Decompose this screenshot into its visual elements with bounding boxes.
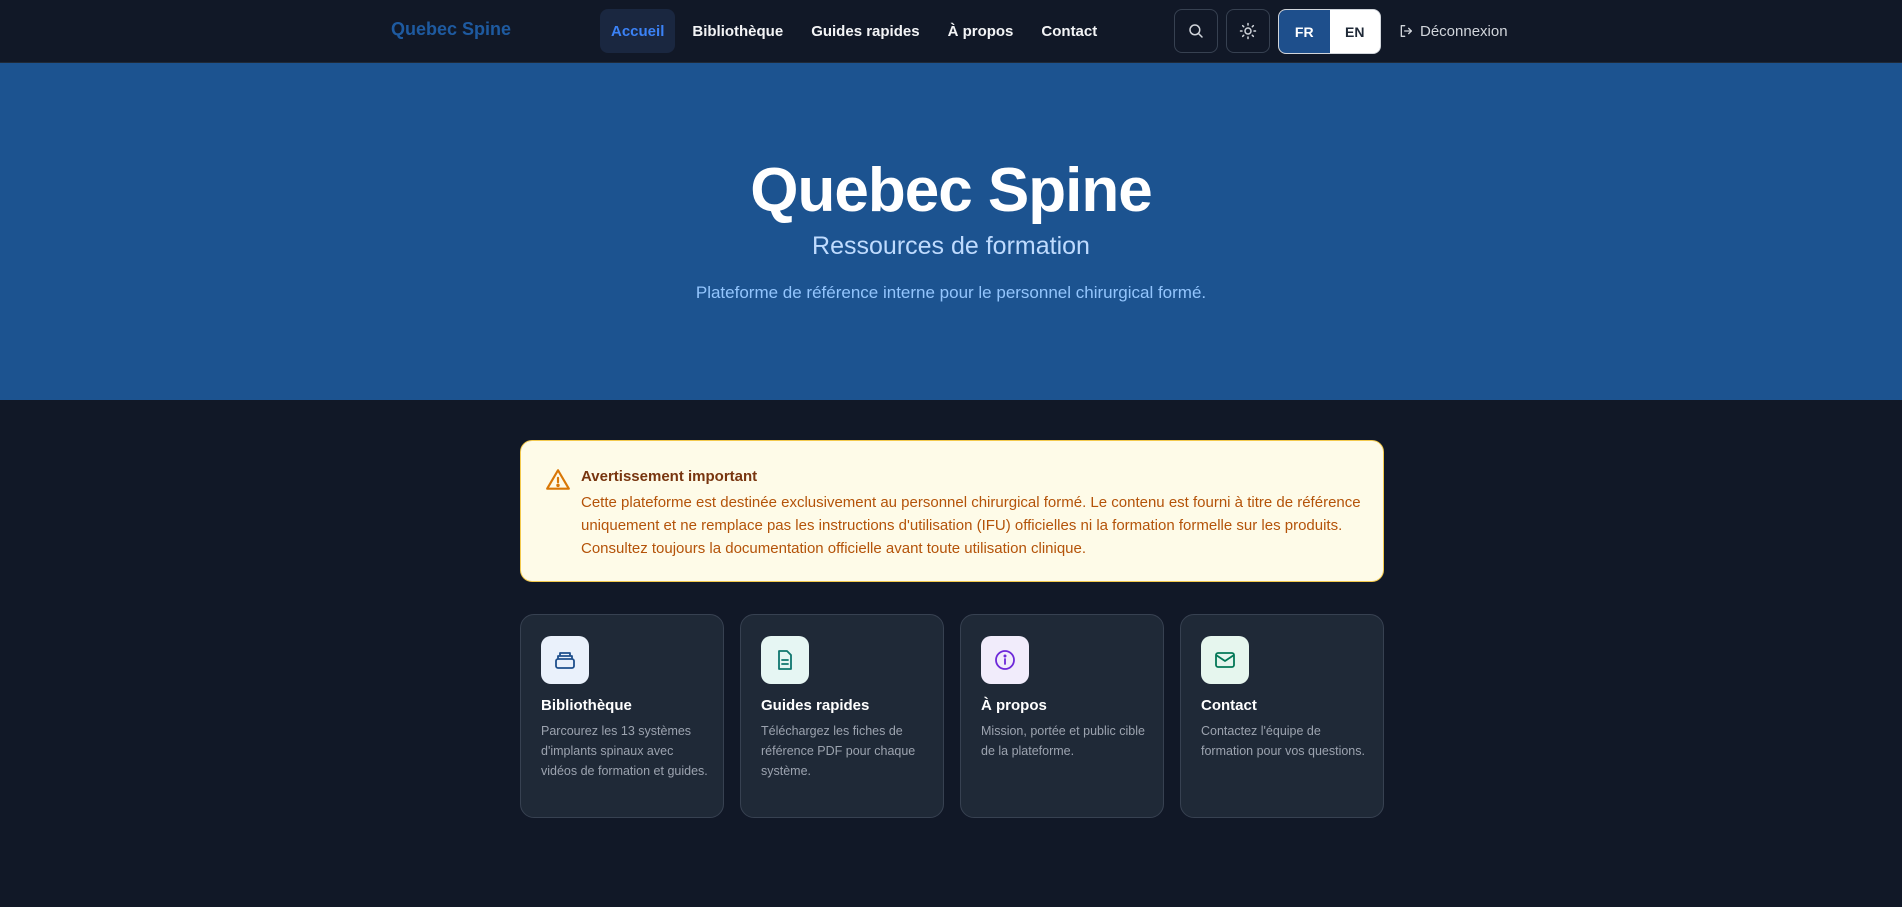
top-navbar: Quebec Spine Accueil Bibliothèque Guides… [0,0,1902,63]
logout-icon [1400,25,1412,37]
card-contact[interactable]: Contact Contactez l'équipe de formation … [1180,614,1384,818]
language-toggle: FR EN [1278,9,1381,54]
logout-label: Déconnexion [1420,22,1508,40]
theme-toggle-button[interactable] [1226,9,1270,53]
lang-fr-button[interactable]: FR [1279,10,1330,53]
brand-logo[interactable]: Quebec Spine [391,19,511,40]
warning-text: Cette plateforme est destinée exclusivem… [581,494,1361,557]
card-icon-wrapper [1201,636,1249,684]
card-icon-wrapper [541,636,589,684]
nav-link-guides-rapides[interactable]: Guides rapides [800,9,930,53]
document-icon [778,650,792,670]
feature-cards: Bibliothèque Parcourez les 13 systèmes d… [520,614,1384,818]
warning-title: Avertissement important [581,468,758,485]
hero-title: Quebec Spine [750,156,1152,225]
search-button[interactable] [1174,9,1218,53]
hero-description: Plateforme de référence interne pour le … [695,283,1207,302]
nav-link-bibliotheque[interactable]: Bibliothèque [681,9,794,53]
card-icon-wrapper [981,636,1029,684]
card-description: Contactez l'équipe de formation pour vos… [1201,724,1365,758]
nav-link-a-propos[interactable]: À propos [937,9,1025,53]
card-bibliotheque[interactable]: Bibliothèque Parcourez les 13 systèmes d… [520,614,724,818]
search-icon [1189,24,1203,38]
card-title: Guides rapides [761,697,870,714]
info-icon [995,650,1015,670]
lang-en-button[interactable]: EN [1329,10,1380,53]
sun-icon [1239,22,1257,40]
mail-icon [1215,652,1235,668]
card-guides-rapides[interactable]: Guides rapides Téléchargez les fiches de… [740,614,944,818]
nav-link-accueil[interactable]: Accueil [600,9,676,53]
logout-button[interactable]: Déconnexion [1398,9,1508,53]
main-nav: Accueil Bibliothèque Guides rapides À pr… [600,9,1108,53]
card-description: Parcourez les 13 systèmes d'implants spi… [541,724,708,778]
warning-banner: Avertissement important Cette plateforme… [520,440,1384,582]
hero-subtitle: Ressources de formation [812,232,1090,260]
card-title: À propos [981,697,1047,714]
card-title: Bibliothèque [541,697,632,714]
archive-box-icon [555,652,575,669]
card-title: Contact [1201,697,1257,714]
hero-section: Quebec Spine Ressources de formation Pla… [0,63,1902,400]
nav-link-contact[interactable]: Contact [1030,9,1108,53]
card-a-propos[interactable]: À propos Mission, portée et public cible… [960,614,1164,818]
card-icon-wrapper [761,636,809,684]
card-description: Mission, portée et public cible de la pl… [981,724,1145,758]
warning-triangle-icon [546,469,570,490]
card-description: Téléchargez les fiches de référence PDF … [761,724,916,778]
